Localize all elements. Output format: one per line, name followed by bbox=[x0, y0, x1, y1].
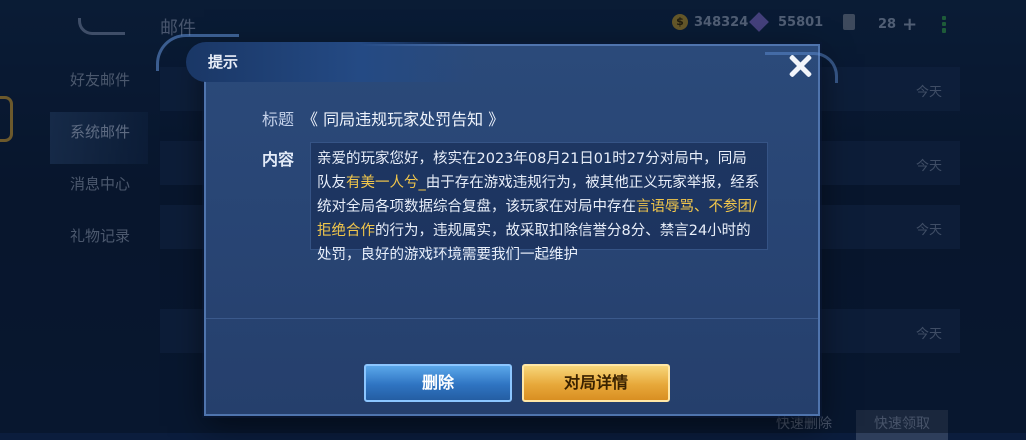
subject-row: 标题 《 同局违规玩家处罚告知 》 bbox=[262, 106, 504, 130]
teammate-name: 有美一人兮_ bbox=[346, 175, 426, 191]
dialog-title: 提示 bbox=[208, 53, 239, 71]
match-detail-button[interactable]: 对局详情 bbox=[522, 364, 670, 402]
dialog-title-bar: 提示 bbox=[156, 34, 476, 82]
subject-text: 《 同局违规玩家处罚告知 》 bbox=[302, 110, 505, 129]
close-icon[interactable] bbox=[786, 52, 814, 80]
subject-label: 标题 bbox=[262, 110, 295, 129]
divider bbox=[206, 318, 818, 319]
delete-button[interactable]: 删除 bbox=[364, 364, 512, 402]
content-label: 内容 bbox=[262, 150, 295, 169]
content-body: 亲爱的玩家您好，核实在2023年08月21日01时27分对局中，同局队友有美一人… bbox=[310, 142, 768, 263]
content-text: 的行为，违规属实，故采取扣除信誉分8分、禁言24小时的处罚，良好的游戏环境需要我… bbox=[317, 223, 751, 263]
notice-dialog: 提示 标题 《 同局违规玩家处罚告知 》 内容 亲爱的玩家您好，核实在2023年… bbox=[156, 34, 838, 416]
